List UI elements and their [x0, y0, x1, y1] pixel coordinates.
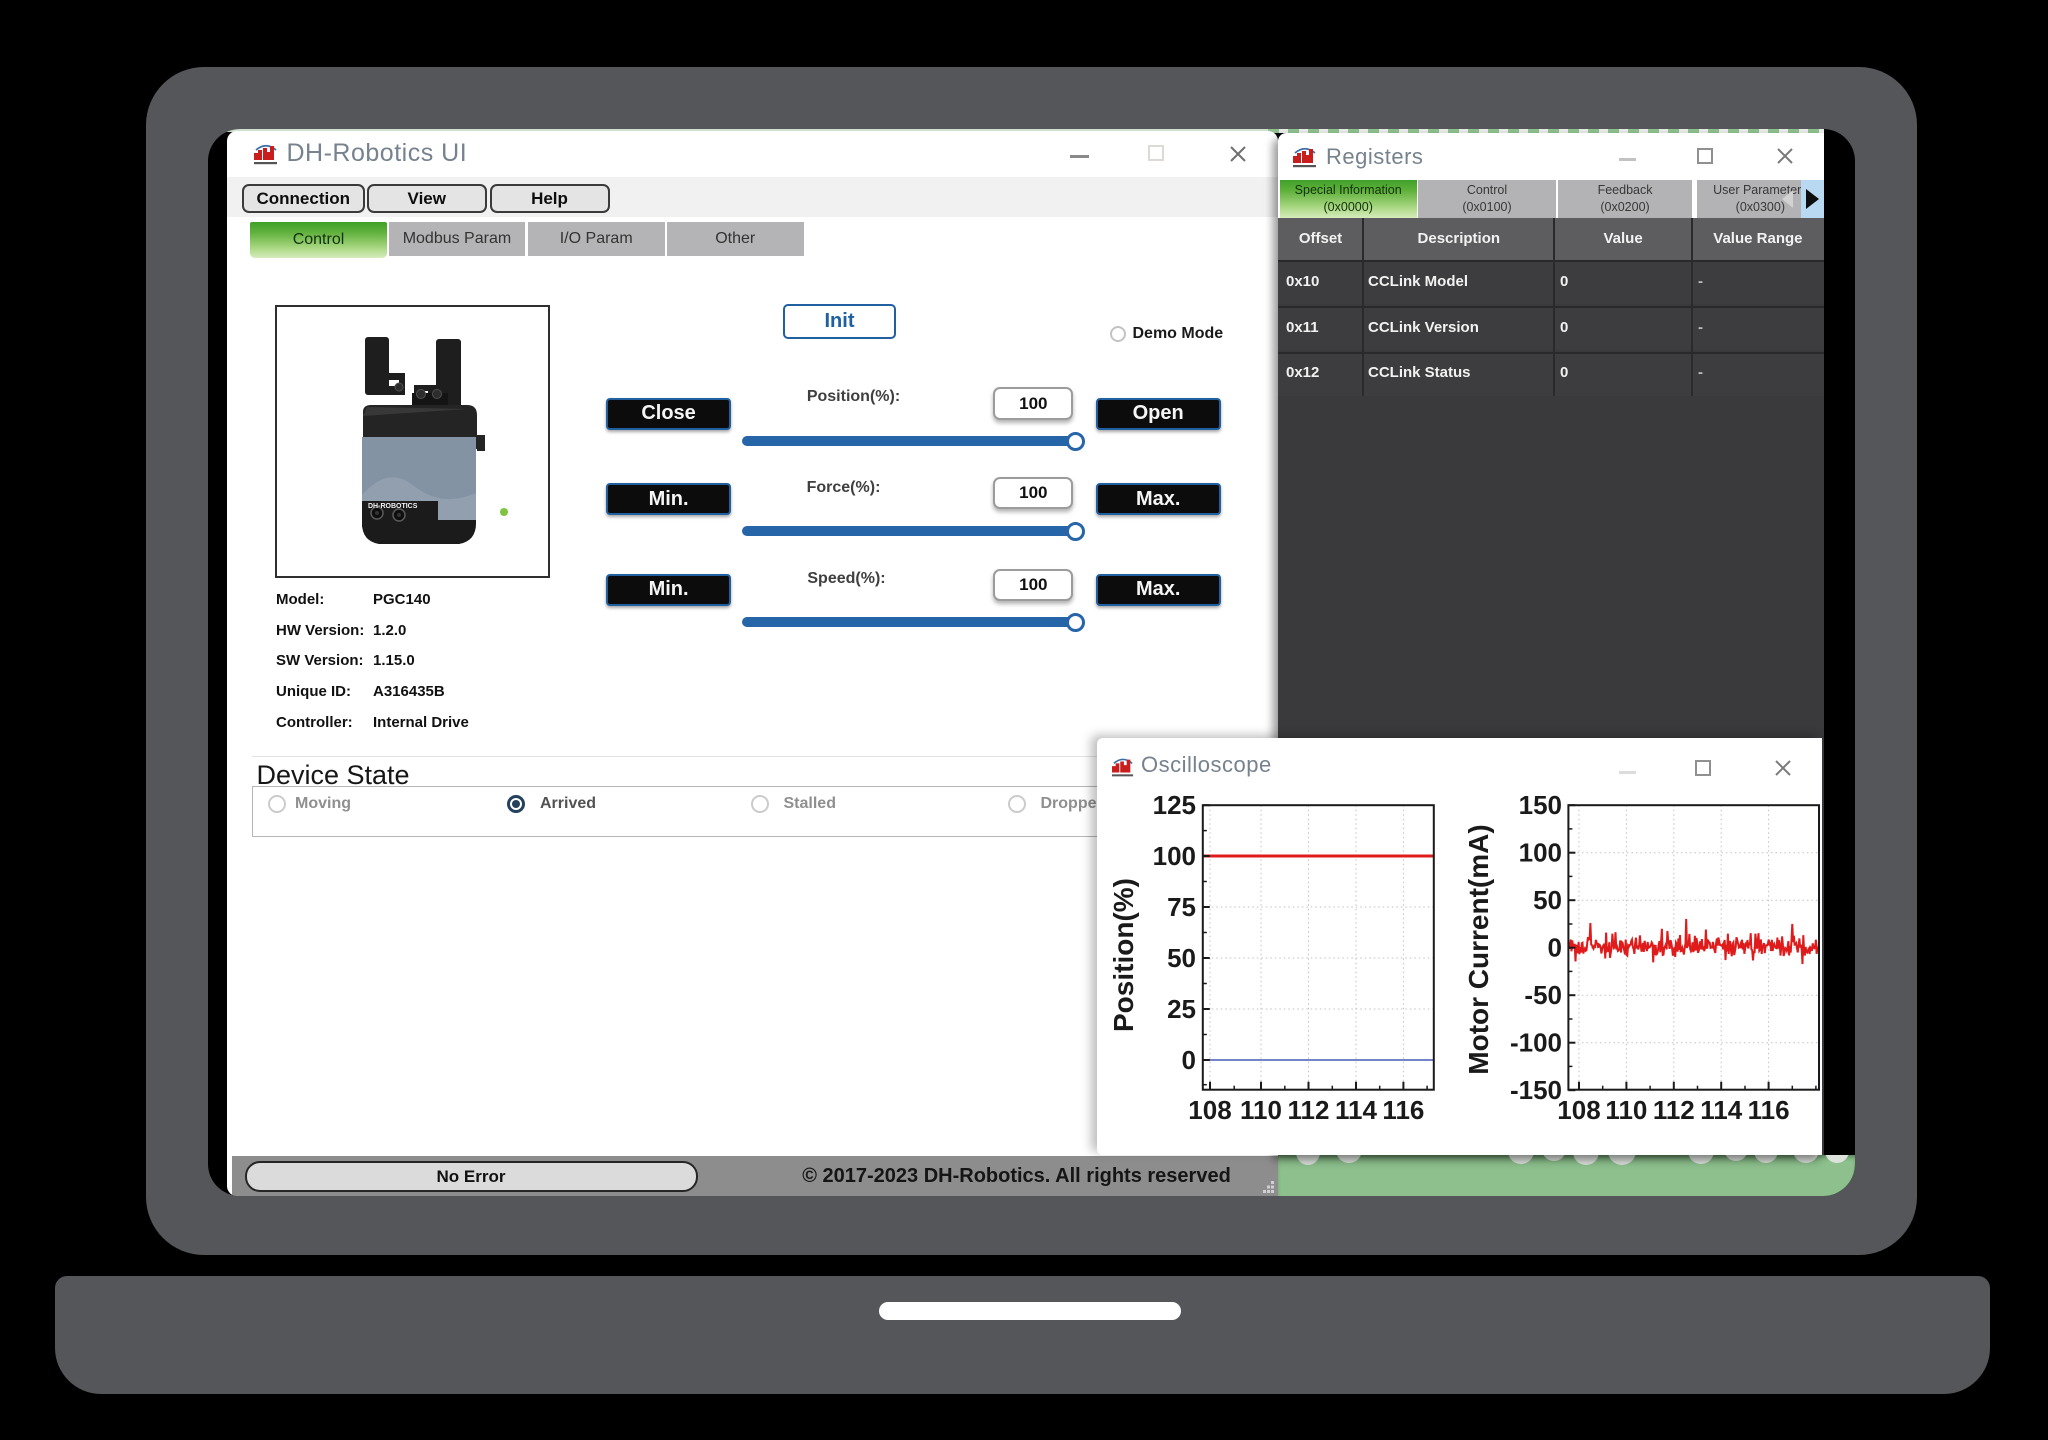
svg-text:114: 114 — [1335, 1095, 1377, 1125]
svg-text:150: 150 — [1519, 790, 1562, 820]
svg-text:110: 110 — [1240, 1095, 1282, 1125]
svg-text:50: 50 — [1167, 943, 1196, 973]
svg-text:25: 25 — [1167, 994, 1196, 1024]
svg-text:Position(%): Position(%) — [1108, 878, 1139, 1032]
svg-text:108: 108 — [1557, 1095, 1600, 1125]
svg-text:112: 112 — [1653, 1095, 1695, 1125]
svg-text:-100: -100 — [1510, 1028, 1562, 1058]
svg-text:116: 116 — [1382, 1095, 1424, 1125]
svg-text:116: 116 — [1748, 1095, 1790, 1125]
svg-text:100: 100 — [1153, 841, 1196, 871]
svg-text:0: 0 — [1182, 1045, 1196, 1075]
svg-text:75: 75 — [1167, 892, 1196, 922]
svg-text:108: 108 — [1188, 1095, 1231, 1125]
svg-text:Motor Current(mA): Motor Current(mA) — [1463, 824, 1494, 1074]
svg-text:110: 110 — [1605, 1095, 1647, 1125]
svg-text:DH-ROBOTICS: DH-ROBOTICS — [368, 503, 418, 510]
svg-text:100: 100 — [1519, 838, 1562, 868]
svg-text:114: 114 — [1700, 1095, 1742, 1125]
svg-text:125: 125 — [1153, 790, 1196, 820]
svg-text:0: 0 — [1548, 933, 1562, 963]
svg-text:-50: -50 — [1524, 980, 1562, 1010]
svg-text:112: 112 — [1288, 1095, 1330, 1125]
svg-text:-150: -150 — [1510, 1075, 1562, 1105]
svg-text:50: 50 — [1533, 885, 1562, 915]
